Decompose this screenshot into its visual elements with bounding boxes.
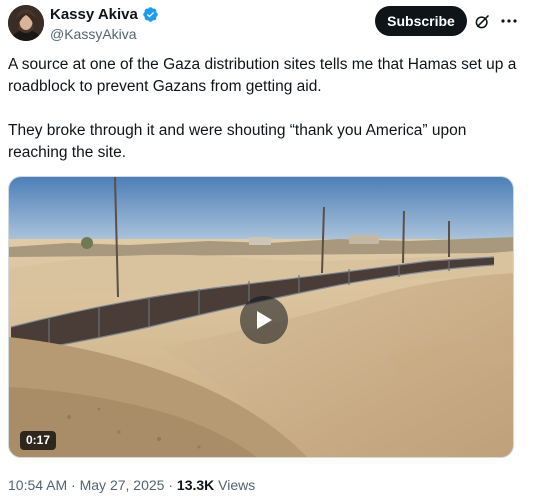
video-player[interactable]: 0:17 — [8, 176, 514, 458]
avatar-image — [8, 5, 44, 41]
play-icon — [257, 311, 272, 329]
separator: · — [168, 477, 174, 493]
views-count: 13.3K — [176, 477, 215, 493]
author-block: Kassy Akiva @KassyAkiva — [50, 5, 159, 43]
author-handle[interactable]: @KassyAkiva — [50, 25, 159, 43]
verified-badge-icon — [142, 6, 159, 23]
post-date[interactable]: May 27, 2025 — [80, 477, 165, 493]
avatar[interactable] — [8, 5, 44, 41]
tweet-header: Kassy Akiva @KassyAkiva Subscribe — [8, 4, 526, 46]
play-button[interactable] — [240, 296, 288, 344]
subscribe-button[interactable]: Subscribe — [375, 6, 467, 36]
post-time[interactable]: 10:54 AM — [8, 477, 67, 493]
more-icon[interactable] — [499, 11, 519, 31]
separator: · — [71, 477, 76, 493]
views-label: Views — [218, 477, 256, 493]
video-duration: 0:17 — [20, 431, 57, 450]
author-name[interactable]: Kassy Akiva — [50, 5, 138, 24]
tweet-text: A source at one of the Gaza distribution… — [8, 56, 517, 161]
tweet-meta: 10:54 AM · May 27, 2025 · 13.3K Views — [8, 476, 255, 494]
grok-icon[interactable] — [474, 13, 491, 30]
